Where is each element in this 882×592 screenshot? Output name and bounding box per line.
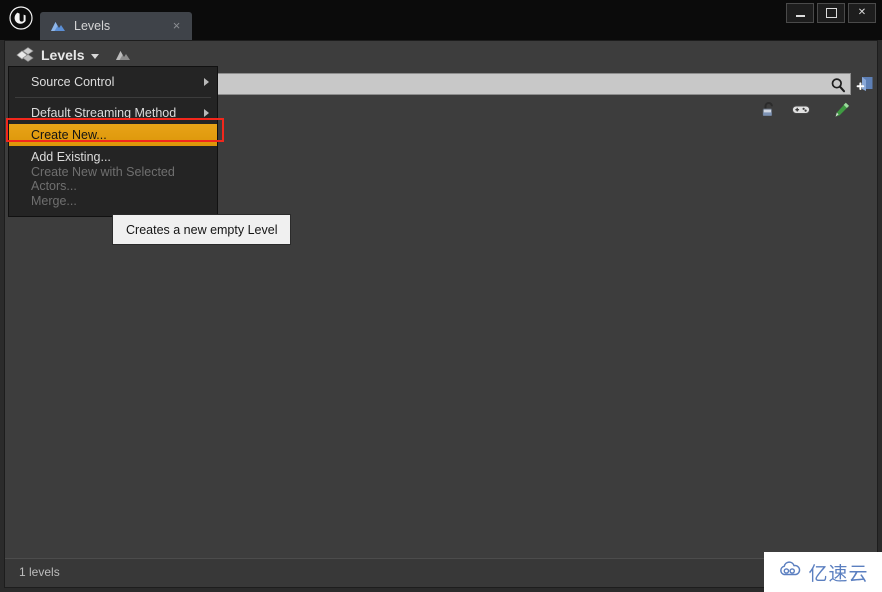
menu-item-source-control[interactable]: Source Control [9, 71, 217, 93]
menu-item-merge: Merge... [9, 190, 217, 212]
menu-item-label: Create New with Selected Actors... [31, 165, 175, 193]
lock-icon[interactable] [760, 101, 778, 118]
maximize-button[interactable] [817, 3, 845, 23]
status-text: 1 levels [19, 565, 60, 579]
menu-item-label: Create New... [31, 128, 107, 142]
pencil-icon[interactable] [833, 101, 851, 118]
tooltip-text: Creates a new empty Level [126, 222, 278, 237]
levels-dropdown-button[interactable]: Levels [15, 44, 131, 66]
levels-mountain-icon [50, 19, 66, 33]
levels-mountain-icon-secondary[interactable] [115, 48, 131, 62]
menu-item-label: Add Existing... [31, 150, 111, 164]
cloud-icon [777, 561, 803, 583]
menu-item-label: Default Streaming Method [31, 106, 177, 120]
window-controls: ✕ [786, 3, 876, 23]
unreal-levels-window: Levels × ✕ Levels 1 levels Source Contro… [0, 0, 882, 592]
chevron-right-icon [204, 109, 209, 117]
add-level-icon[interactable] [856, 75, 875, 93]
minimize-button[interactable] [786, 3, 814, 23]
search-icon[interactable] [830, 77, 846, 93]
menu-item-create-new[interactable]: Create New... [9, 124, 217, 146]
tab-close-icon[interactable]: × [170, 19, 183, 32]
maximize-icon [825, 8, 837, 18]
levels-button-label: Levels [41, 47, 85, 63]
chevron-down-icon [90, 54, 99, 59]
watermark-text: 亿速云 [808, 563, 869, 585]
menu-separator [15, 97, 211, 98]
status-bar: 1 levels [5, 558, 877, 587]
levels-dropdown-menu: Source Control Default Streaming Method … [8, 66, 218, 217]
menu-item-label: Merge... [31, 194, 77, 208]
tooltip: Creates a new empty Level [112, 214, 292, 245]
menu-item-create-new-with-selected-actors: Create New with Selected Actors... [9, 165, 217, 193]
tab-label: Levels [74, 19, 111, 33]
tab-levels[interactable]: Levels × [40, 12, 192, 40]
minimize-icon [795, 14, 805, 17]
unreal-engine-logo [6, 3, 36, 33]
menu-item-default-streaming-method[interactable]: Default Streaming Method [9, 102, 217, 124]
title-bar: Levels × ✕ [0, 0, 882, 40]
watermark: 亿速云 [764, 552, 882, 592]
levels-toolbar: Levels [5, 41, 877, 69]
gamepad-icon[interactable] [791, 101, 810, 118]
chevron-right-icon [204, 78, 209, 86]
menu-item-label: Source Control [31, 75, 115, 89]
close-button[interactable]: ✕ [848, 3, 876, 23]
cube-stack-icon [15, 46, 35, 64]
